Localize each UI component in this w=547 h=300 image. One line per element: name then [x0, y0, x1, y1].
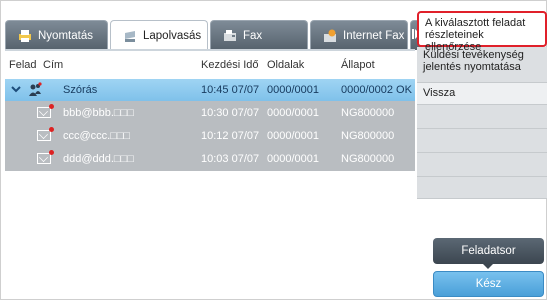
tab-print[interactable]: Nyomtatás [5, 20, 108, 50]
empty-action-slot [417, 105, 547, 129]
printer-icon [18, 29, 32, 43]
tab-bar: Nyomtatás Lapolvasás Fax Internet Fax [5, 20, 422, 50]
back-button[interactable]: Vissza [417, 83, 547, 105]
tab-internet-fax[interactable]: Internet Fax [310, 20, 408, 50]
table-header: Felad Cím Kezdési Idő Oldalak Állapot [5, 55, 415, 77]
row-start-time: 10:45 07/07 [201, 84, 260, 96]
column-sender: Felad [9, 59, 37, 71]
group-broadcast-icon [27, 82, 43, 98]
column-start-time: Kezdési Idő [201, 59, 259, 71]
tab-label: Lapolvasás [143, 29, 202, 42]
done-button[interactable]: Kész [433, 271, 544, 297]
tab-divider [5, 49, 415, 51]
job-status-screen: Nyomtatás Lapolvasás Fax Internet Fax Fe… [0, 0, 547, 300]
table-row[interactable]: bbb@bbb.□□□ 10:30 07/07 0000/0001 NG8000… [5, 102, 415, 124]
tab-scan[interactable]: Lapolvasás [110, 20, 208, 50]
email-icon [37, 150, 54, 164]
fax-icon [223, 29, 237, 43]
done-label: Kész [475, 278, 502, 290]
row-start-time: 10:03 07/07 [201, 153, 260, 165]
row-address: ccc@ccc.□□□ [63, 130, 131, 142]
empty-action-slot [417, 177, 547, 199]
tab-label: Nyomtatás [38, 29, 93, 42]
tab-fax[interactable]: Fax [210, 20, 308, 50]
row-pages: 0000/0001 [267, 130, 319, 142]
row-pages: 0000/0001 [267, 84, 319, 96]
column-address: Cím [43, 59, 64, 71]
row-start-time: 10:30 07/07 [201, 107, 260, 119]
job-queue-button[interactable]: Feladatsor [433, 238, 544, 269]
tab-label: Internet Fax [343, 29, 405, 42]
empty-action-slot [417, 129, 547, 153]
column-pages: Oldalak [267, 59, 305, 71]
row-status: NG800000 [341, 130, 395, 142]
scanner-icon [123, 29, 137, 43]
row-pages: 0000/0001 [267, 107, 319, 119]
job-list: Szórás 10:45 07/07 0000/0001 0000/0002 O… [5, 79, 415, 171]
email-icon [37, 104, 54, 118]
row-start-time: 10:12 07/07 [201, 130, 260, 142]
expand-chevron-icon[interactable] [10, 83, 22, 95]
row-address: ddd@ddd.□□□ [63, 153, 134, 165]
empty-action-slot [417, 153, 547, 177]
dropdown-arrow-icon [483, 264, 493, 269]
table-row[interactable]: Szórás 10:45 07/07 0000/0001 0000/0002 O… [5, 79, 415, 101]
row-status: NG800000 [341, 153, 395, 165]
row-address: bbb@bbb.□□□ [63, 107, 134, 119]
row-pages: 0000/0001 [267, 153, 319, 165]
row-address: Szórás [63, 84, 98, 96]
table-row[interactable]: ccc@ccc.□□□ 10:12 07/07 0000/0001 NG8000… [5, 125, 415, 147]
column-status: Állapot [341, 59, 375, 71]
internet-fax-icon [323, 29, 337, 43]
row-status: NG800000 [341, 107, 395, 119]
email-icon [37, 127, 54, 141]
table-row[interactable]: ddd@ddd.□□□ 10:03 07/07 0000/0001 NG8000… [5, 148, 415, 170]
action-panel: A kiválasztott feladat részleteinek elle… [417, 11, 547, 201]
tab-label: Fax [243, 29, 263, 42]
check-details-button[interactable]: A kiválasztott feladat részleteinek elle… [417, 11, 547, 53]
job-queue-label: Feladatsor [461, 245, 516, 257]
row-status: 0000/0002 OK [341, 84, 412, 96]
